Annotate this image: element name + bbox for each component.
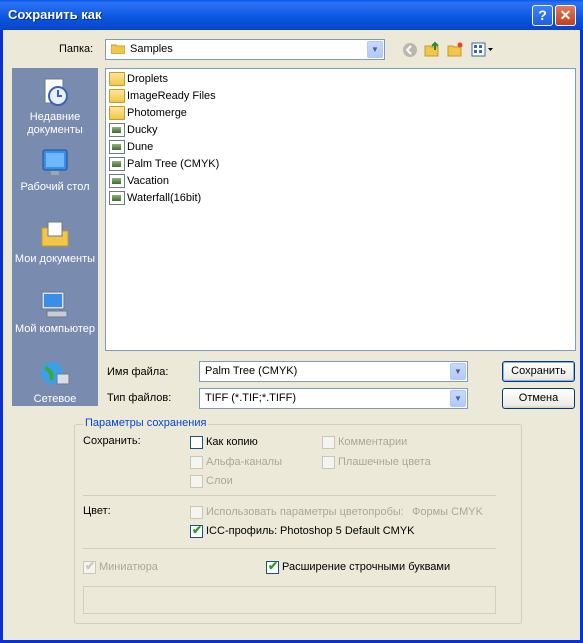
- places-computer-label: Мой компьютер: [14, 323, 96, 335]
- file-name: ImageReady Files: [127, 89, 216, 102]
- separator: [83, 495, 496, 496]
- proof-value: Формы CMYK: [412, 506, 483, 518]
- image-file-icon: [109, 191, 125, 205]
- filename-input[interactable]: Palm Tree (CMYK) ▼: [199, 361, 468, 382]
- folder-icon: [110, 43, 126, 55]
- network-icon: [39, 358, 71, 390]
- folder-icon: [109, 89, 125, 103]
- filetype-label: Тип файлов:: [107, 392, 172, 404]
- places-network-label: Сетевое: [33, 393, 77, 405]
- folder-icon: [109, 72, 125, 86]
- file-list[interactable]: Droplets ImageReady Files Photomerge Duc…: [105, 68, 576, 351]
- save-button[interactable]: Сохранить: [502, 361, 575, 382]
- desktop-icon: [39, 146, 71, 178]
- places-mydocs-label: Мои документы: [14, 253, 96, 265]
- as-copy-checkbox[interactable]: [190, 436, 203, 449]
- thumbnail-checkbox[interactable]: ✔: [83, 559, 96, 574]
- my-computer-icon: [39, 288, 71, 320]
- use-proof-checkbox[interactable]: [190, 506, 203, 519]
- folder-value: Samples: [130, 43, 173, 55]
- color-label: Цвет:: [83, 505, 111, 517]
- layers-checkbox[interactable]: [190, 475, 203, 488]
- checkmark-icon: ✔: [192, 523, 203, 537]
- filename-dropdown-arrow[interactable]: ▼: [450, 363, 466, 380]
- save-as-dialog: Сохранить как ? ✕ Папка: Samples ▼ Недав…: [0, 0, 583, 643]
- lowercase-extension-checkbox[interactable]: ✔: [266, 559, 279, 574]
- close-button[interactable]: ✕: [555, 5, 576, 26]
- filename-label: Имя файла:: [107, 366, 169, 378]
- places-desktop-label: Рабочий стол: [20, 181, 90, 193]
- file-name: Photomerge: [127, 106, 187, 119]
- help-button[interactable]: ?: [532, 5, 553, 26]
- folder-label: Папка:: [59, 43, 94, 55]
- image-file-icon: [109, 174, 125, 188]
- alpha-channels-checkbox[interactable]: [190, 456, 203, 469]
- icc-profile-label: ICC-профиль:: [206, 525, 278, 537]
- comments-label: Комментарии: [338, 436, 408, 448]
- up-folder-icon[interactable]: [424, 41, 440, 57]
- view-menu-icon[interactable]: [471, 42, 495, 58]
- my-documents-icon: [39, 218, 71, 250]
- file-name: Ducky: [127, 123, 158, 136]
- file-name: Dune: [127, 140, 154, 153]
- dialog-title: Сохранить как: [8, 7, 102, 22]
- folder-icon: [109, 106, 125, 120]
- spot-colors-label: Плашечные цвета: [338, 456, 431, 468]
- places-network[interactable]: Сетевое: [12, 358, 98, 406]
- separator: [83, 548, 496, 549]
- save-label: Сохранить:: [83, 435, 141, 447]
- places-desktop[interactable]: Рабочий стол: [12, 146, 98, 194]
- use-proof-label: Использовать параметры цветопробы:: [206, 506, 404, 518]
- places-recent[interactable]: Недавние документы: [12, 76, 98, 137]
- list-item[interactable]: Vacation: [109, 174, 169, 190]
- warning-box: [83, 586, 496, 614]
- filename-value: Palm Tree (CMYK): [205, 365, 298, 377]
- icc-profile-checkbox[interactable]: ✔: [190, 523, 203, 538]
- image-file-icon: [109, 123, 125, 137]
- as-copy-label: Как копию: [206, 436, 258, 448]
- title-bar[interactable]: Сохранить как ? ✕: [0, 0, 583, 30]
- back-icon[interactable]: [402, 42, 418, 58]
- file-name: Palm Tree (CMYK): [127, 157, 220, 170]
- comments-checkbox[interactable]: [322, 436, 335, 449]
- image-file-icon: [109, 157, 125, 171]
- list-item[interactable]: Waterfall(16bit): [109, 191, 201, 207]
- thumbnail-label: Миниатюра: [99, 561, 158, 573]
- layers-label: Слои: [206, 475, 233, 487]
- filetype-select[interactable]: TIFF (*.TIF;*.TIFF) ▼: [199, 388, 468, 409]
- list-item[interactable]: ImageReady Files: [109, 89, 216, 105]
- checkmark-icon: ✔: [268, 559, 279, 573]
- list-item[interactable]: Droplets: [109, 72, 168, 88]
- spot-colors-checkbox[interactable]: [322, 456, 335, 469]
- places-computer[interactable]: Мой компьютер: [12, 288, 98, 336]
- alpha-channels-label: Альфа-каналы: [206, 456, 283, 468]
- places-mydocs[interactable]: Мои документы: [12, 218, 98, 266]
- places-recent-label: Недавние документы: [27, 111, 83, 136]
- new-folder-icon[interactable]: [447, 41, 463, 57]
- folder-dropdown-arrow[interactable]: ▼: [367, 41, 383, 58]
- save-options-title: Параметры сохранения: [83, 417, 209, 429]
- list-item[interactable]: Photomerge: [109, 106, 187, 122]
- list-item[interactable]: Dune: [109, 140, 153, 156]
- file-name: Vacation: [127, 174, 169, 187]
- places-bar: Недавние документы Рабочий стол Мои доку…: [12, 68, 98, 406]
- icc-profile-value: Photoshop 5 Default CMYK: [280, 525, 415, 537]
- checkmark-icon: ✔: [85, 559, 96, 573]
- lowercase-extension-label: Расширение строчными буквами: [282, 561, 451, 573]
- list-item[interactable]: Ducky: [109, 123, 158, 139]
- filetype-value: TIFF (*.TIF;*.TIFF): [205, 392, 297, 404]
- folder-combo[interactable]: Samples ▼: [105, 39, 385, 60]
- file-name: Droplets: [127, 72, 168, 85]
- file-name: Waterfall(16bit): [127, 191, 202, 204]
- list-item[interactable]: Palm Tree (CMYK): [109, 157, 219, 173]
- cancel-button[interactable]: Отмена: [502, 388, 575, 409]
- image-file-icon: [109, 140, 125, 154]
- filetype-dropdown-arrow[interactable]: ▼: [450, 390, 466, 407]
- recent-documents-icon: [39, 76, 71, 108]
